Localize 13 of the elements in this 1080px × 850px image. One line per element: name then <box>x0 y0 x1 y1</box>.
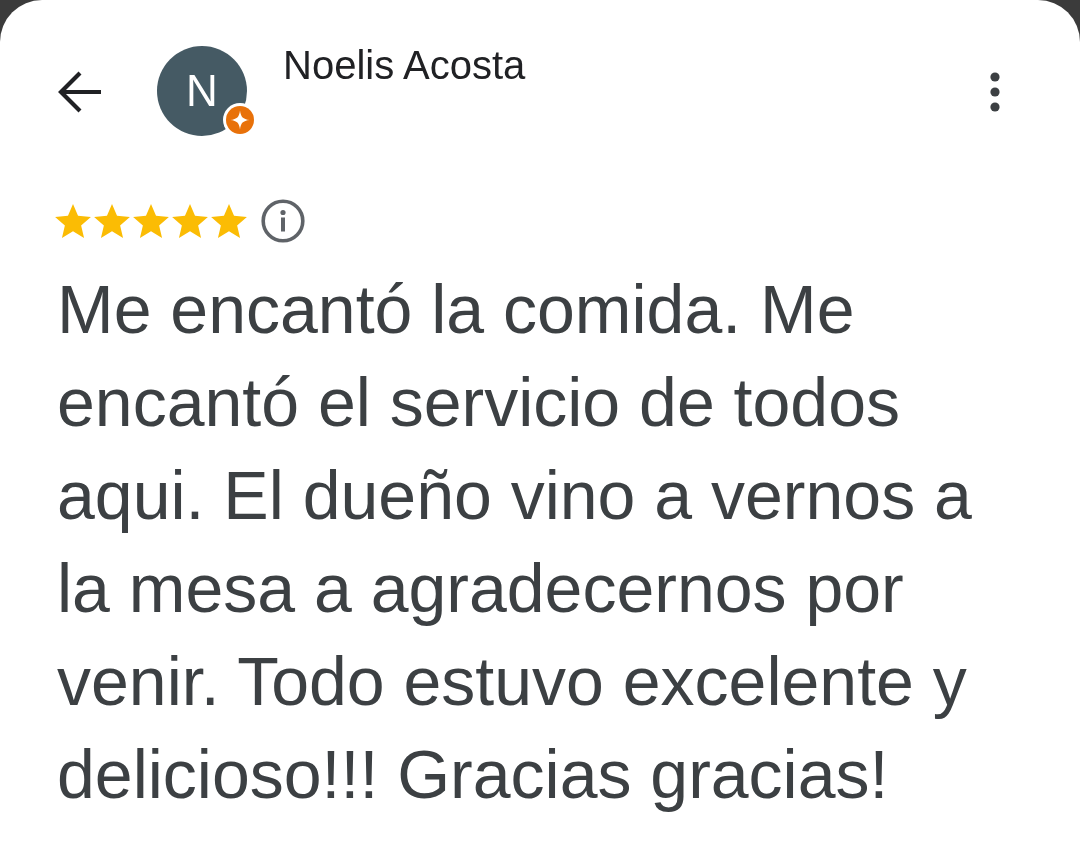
more-options-button[interactable] <box>990 72 1000 112</box>
info-icon[interactable] <box>261 199 305 243</box>
star-icon <box>133 204 169 238</box>
star-icon <box>94 204 130 238</box>
reviewer-name: Noelis Acosta <box>283 42 526 89</box>
more-options-icon <box>990 72 1000 112</box>
back-arrow-icon <box>57 70 103 114</box>
star-icon <box>55 204 91 238</box>
star-icon <box>172 204 208 238</box>
back-button[interactable] <box>56 69 104 115</box>
avatar: N <box>157 46 247 136</box>
star-icon <box>211 204 247 238</box>
review-text: Me encantó la comida. Me encantó el servicio de todos aqui. El dueño vino a vernos a la mesa a agradecernos por venir. Todo estuvo excelente y delicioso!!! Gracias gracias! <box>56 270 973 814</box>
